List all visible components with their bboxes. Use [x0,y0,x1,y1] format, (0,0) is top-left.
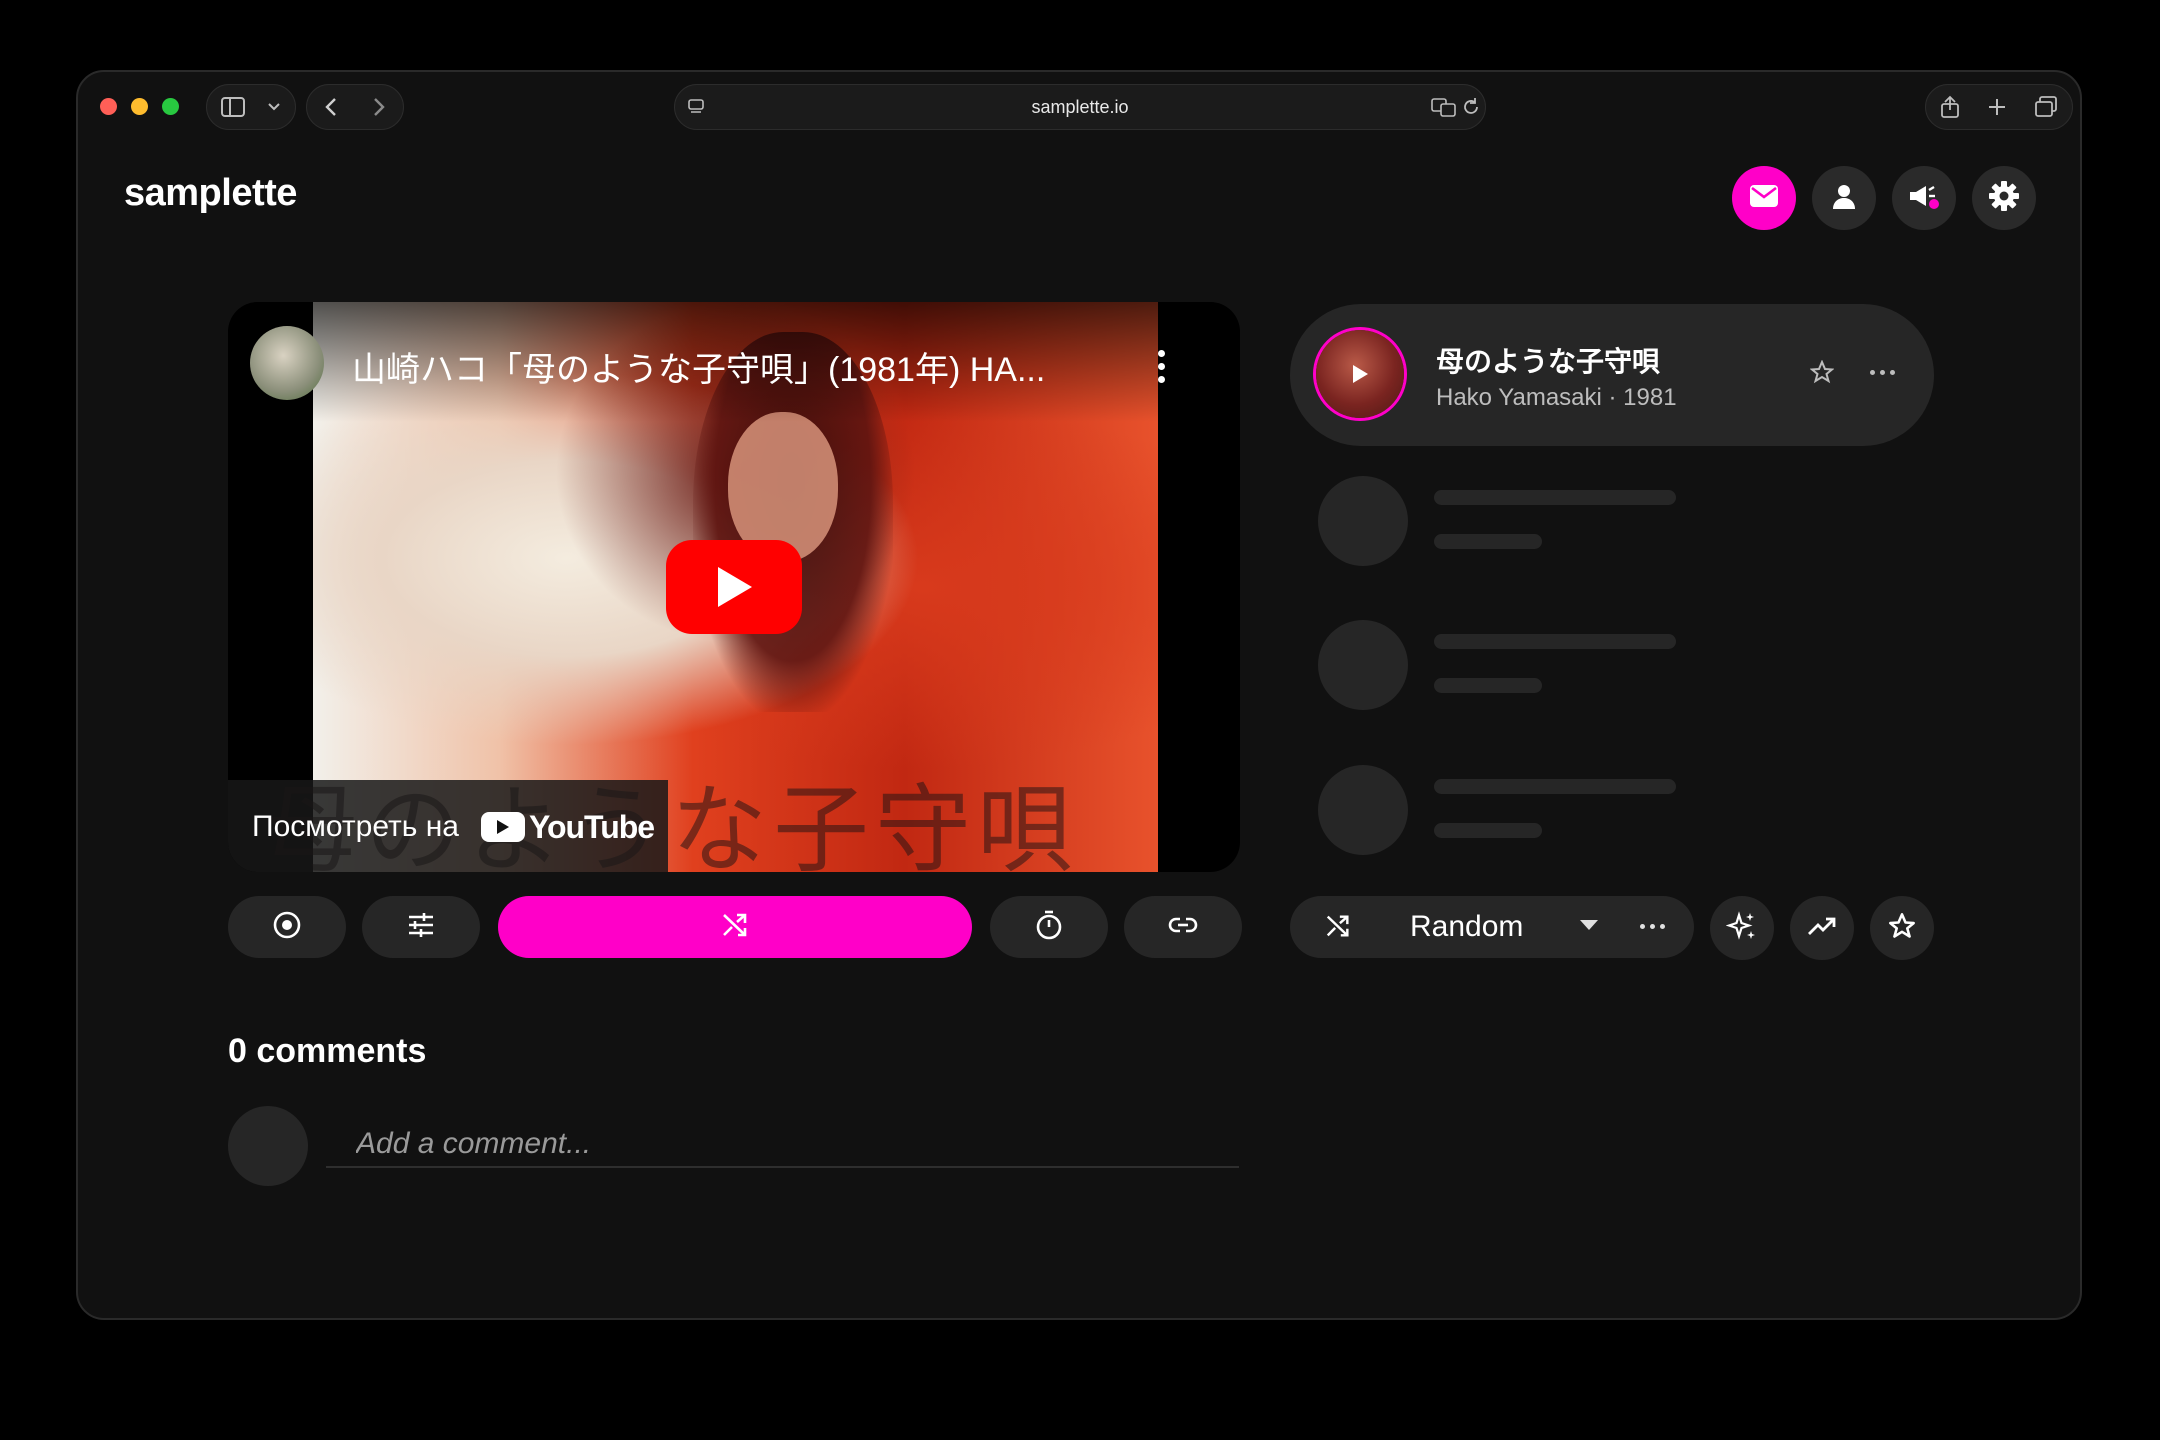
sliders-icon [406,911,436,944]
mode-selector[interactable]: Random [1290,896,1694,958]
back-icon[interactable] [307,97,355,117]
browser-titlebar: samplette.io [78,72,2080,140]
now-playing-artwork[interactable] [1316,330,1404,418]
trending-up-icon [1807,915,1837,942]
browser-window: samplette.io samplette 母のような子守唄 山崎ハコ「母のよ… [76,70,2082,1320]
caret-down-icon[interactable] [1580,920,1598,930]
channel-avatar[interactable] [250,326,324,400]
history-placeholder-item [1318,765,1718,857]
app-logo[interactable]: samplette [124,172,297,215]
now-playing-card[interactable]: 母のような子守唄 Hako Yamasaki · 1981 [1290,304,1934,446]
reload-icon[interactable] [1461,97,1481,122]
gear-icon [1989,180,2019,216]
forward-icon[interactable] [355,97,403,117]
ai-sparkle-button[interactable] [1710,896,1774,960]
megaphone-icon [1907,182,1941,215]
track-more-icon[interactable] [1870,370,1895,375]
watch-on-label: Посмотреть на [252,810,459,843]
video-more-icon[interactable] [1158,350,1166,389]
track-artist-year: Hako Yamasaki · 1981 [1436,384,1677,411]
favorite-star-icon[interactable] [1809,359,1835,389]
commenter-avatar [228,1106,308,1186]
minimize-window-button[interactable] [131,98,148,115]
tab-overview-icon[interactable] [2034,96,2058,118]
announcements-button[interactable] [1892,166,1956,230]
profile-button[interactable] [1812,166,1876,230]
url-text: samplette.io [1031,97,1129,117]
youtube-wordmark: YouTube [528,808,655,845]
trending-button[interactable] [1790,896,1854,960]
mode-more-icon[interactable] [1640,924,1665,929]
new-tab-icon[interactable] [1987,97,2007,117]
track-title: 母のような子守唄 [1436,346,1661,377]
link-icon [1168,916,1198,939]
favorites-button[interactable] [1870,896,1934,960]
play-icon [1353,365,1368,383]
comment-input[interactable] [326,1122,1239,1168]
record-button[interactable] [228,896,346,958]
mode-label: Random [1410,910,1524,943]
youtube-play-button[interactable] [666,540,802,634]
stopwatch-icon [1035,910,1063,945]
share-icon[interactable] [1940,95,1960,119]
inbox-button[interactable] [1732,166,1796,230]
window-actions-group [1925,84,2073,130]
navigation-group [306,84,404,130]
sparkle-icon [1725,910,1758,947]
shuffle-icon [1324,912,1352,945]
comments-heading: 0 comments [228,1032,427,1070]
copy-link-button[interactable] [1124,896,1242,958]
star-icon [1888,912,1916,945]
sidebar-toggle-group [206,84,296,130]
user-icon [1830,182,1858,215]
shuffle-next-button[interactable] [498,896,972,958]
timer-button[interactable] [990,896,1108,958]
shuffle-icon [720,911,750,944]
address-bar[interactable]: samplette.io [674,84,1486,130]
sidebar-icon[interactable] [207,97,259,117]
target-icon [272,910,302,945]
video-player[interactable]: 母のような子守唄 山崎ハコ「母のような子守唄」(1981年) HA... Пос… [228,302,1240,872]
filters-button[interactable] [362,896,480,958]
translate-icon[interactable] [1431,97,1457,122]
mail-icon [1749,184,1779,213]
watch-on-youtube-link[interactable]: Посмотреть на YouTube [228,780,668,872]
history-placeholder-item [1318,476,1718,568]
youtube-icon [480,812,525,842]
maximize-window-button[interactable] [162,98,179,115]
video-title[interactable]: 山崎ハコ「母のような子守唄」(1981年) HA... [352,342,1045,391]
settings-button[interactable] [1972,166,2036,230]
play-icon [718,567,752,607]
chevron-down-icon[interactable] [259,102,289,112]
history-placeholder-item [1318,620,1718,712]
youtube-logo: YouTube [480,808,655,846]
close-window-button[interactable] [100,98,117,115]
